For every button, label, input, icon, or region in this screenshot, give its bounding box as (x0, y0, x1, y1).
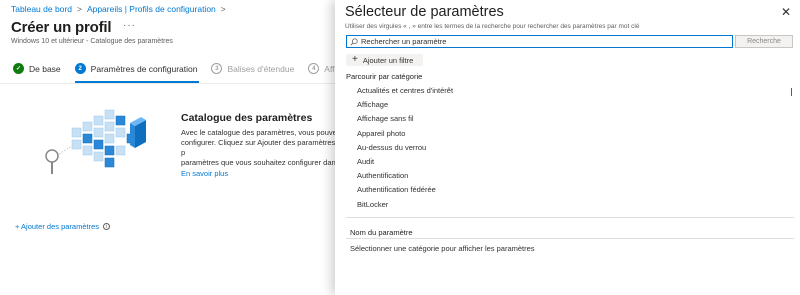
category-item[interactable]: Affichage sans fil (357, 114, 453, 128)
category-item[interactable]: Audit (357, 157, 453, 171)
settings-picker-panel: Sélecteur de paramètres ✕ Utiliser des v… (335, 0, 800, 295)
empty-state-message: Sélectionner une catégorie pour afficher… (350, 244, 535, 253)
page-subtitle: Windows 10 et ultérieur - Catalogue des … (11, 38, 173, 45)
learn-more-link[interactable]: En savoir plus (181, 169, 228, 178)
step-number: 4 (308, 63, 320, 74)
add-settings-label: + Ajouter des paramètres (15, 222, 100, 231)
scrollbar[interactable] (791, 88, 792, 96)
step-label: Balises d'étendue (227, 63, 295, 74)
step-number: 3 (211, 63, 223, 74)
close-icon[interactable]: ✕ (780, 6, 792, 18)
category-item[interactable]: BitLocker (357, 200, 453, 214)
step-label: Paramètres de configuration (90, 63, 198, 74)
step-number: 2 (74, 63, 86, 74)
step-configuration-settings[interactable]: 2 Paramètres de configuration (74, 63, 198, 74)
step-label: De base (29, 63, 61, 74)
category-item[interactable]: Authentification (357, 171, 453, 185)
category-item[interactable]: Actualités et centres d'intérêt (357, 86, 453, 100)
catalog-title: Catalogue des paramètres (181, 112, 313, 124)
add-filter-button[interactable]: + Ajouter un filtre (346, 54, 423, 66)
settings-catalog-illustration (45, 109, 146, 174)
setting-name-column-header[interactable]: Nom du paramètre (350, 228, 413, 237)
browse-by-category-label: Parcourir par catégorie (346, 72, 423, 81)
category-list: Actualités et centres d'intérêt Affichag… (357, 86, 453, 214)
more-options-icon[interactable]: ··· (123, 20, 136, 31)
wizard-steps: ✓ De base 2 Paramètres de configuration … (13, 63, 344, 74)
search-box[interactable] (346, 35, 733, 48)
breadcrumb-separator: > (76, 4, 82, 14)
info-icon[interactable]: i (103, 223, 111, 230)
header-divider (346, 238, 794, 239)
add-settings-link[interactable]: + Ajouter des paramètres i (15, 222, 111, 231)
breadcrumb-link-config-profiles[interactable]: Appareils | Profils de configuration (87, 4, 216, 14)
catalog-description: Avec le catalogue des paramètres, vous p… (181, 128, 341, 169)
panel-title: Sélecteur de paramètres (345, 4, 504, 20)
step-done-check-icon: ✓ (13, 63, 24, 74)
breadcrumb-link-dashboard[interactable]: Tableau de bord (11, 4, 72, 14)
add-filter-label: Ajouter un filtre (362, 55, 414, 65)
search-icon (350, 37, 358, 45)
category-item[interactable]: Affichage (357, 100, 453, 114)
search-button[interactable]: Recherche (735, 35, 793, 48)
category-item[interactable]: Au-dessus du verrou (357, 143, 453, 157)
step-basics[interactable]: ✓ De base (13, 63, 61, 74)
search-input[interactable] (361, 37, 721, 46)
category-item[interactable]: Authentification fédérée (357, 185, 453, 199)
plus-icon: + (352, 54, 358, 65)
search-hint: Utiliser des virgules « , » entre les te… (345, 23, 640, 30)
category-item[interactable]: Appareil photo (357, 129, 453, 143)
step-scope-tags[interactable]: 3 Balises d'étendue (211, 63, 294, 74)
section-divider (346, 217, 794, 218)
breadcrumb-separator: > (220, 4, 226, 14)
breadcrumb: Tableau de bord > Appareils | Profils de… (11, 4, 226, 14)
page-title: Créer un profil (11, 19, 112, 36)
steps-divider (0, 83, 335, 84)
